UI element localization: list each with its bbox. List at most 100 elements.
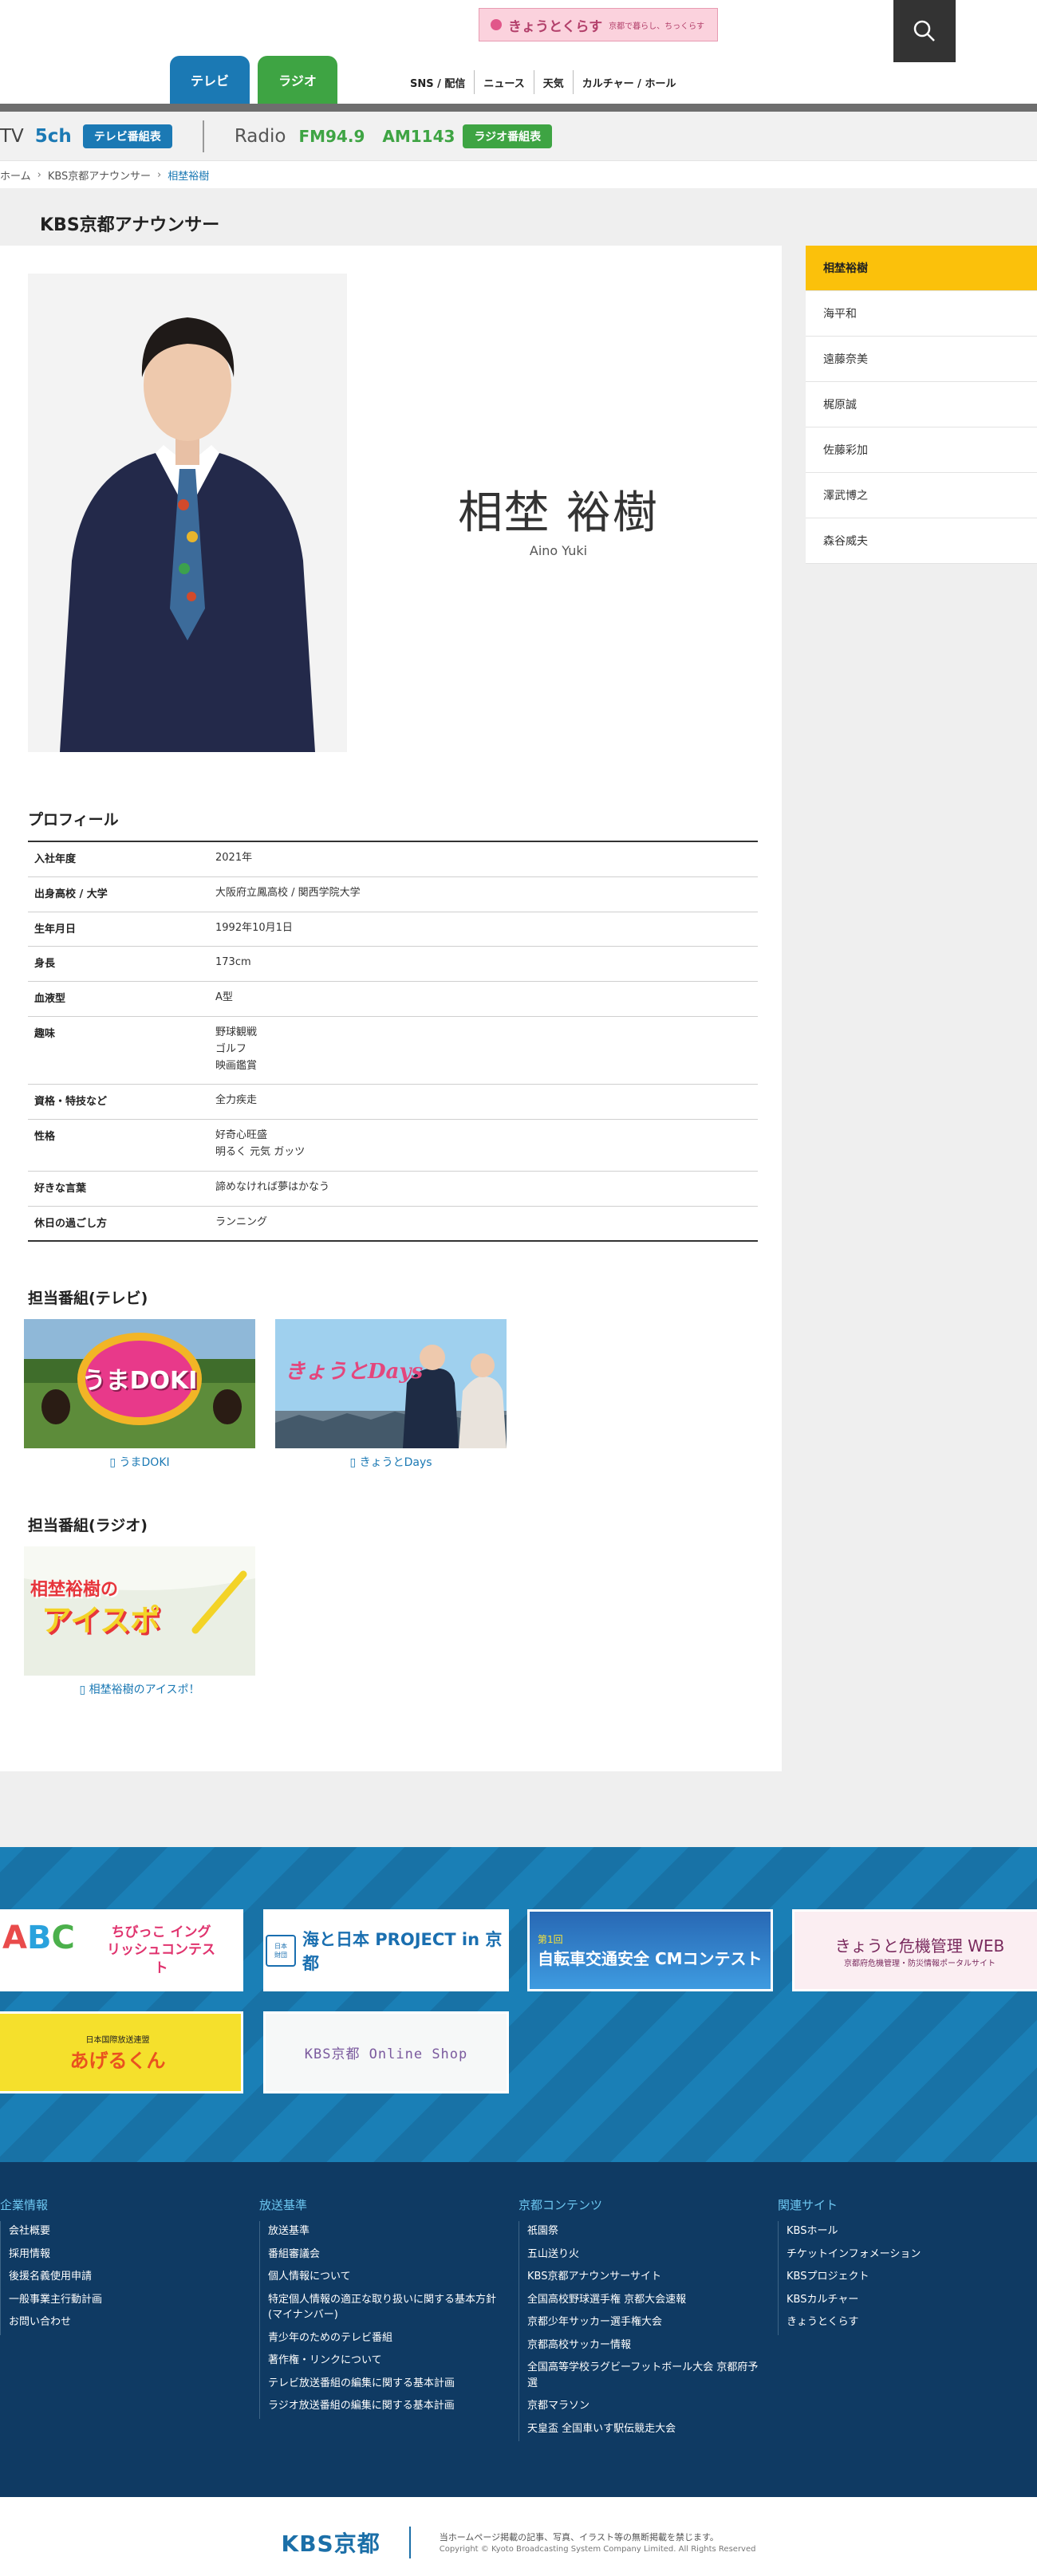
nav-culture[interactable]: カルチャー / ホール [574,70,685,94]
footer-link[interactable]: 会社概要 [9,2221,247,2244]
kids-english-blocks-icon: ABC [2,1920,75,1956]
search-icon [913,20,935,41]
profile-row: 性格 好奇心旺盛 明るく 元気 ガッツ [28,1119,758,1171]
profile-row: 資格・特技など 全力疾走 [28,1084,758,1120]
announcer-photo [28,274,347,752]
footer-column: 関連サイト KBSホール チケットインフォメーション KBSプロジェクト KBSカルチャ… [778,2196,1025,2335]
footer-link[interactable]: チケットインフォメーション [787,2244,1025,2267]
banner-bicycle-safety[interactable]: 第1回 自転車交通安全 CMコンテスト [527,1909,773,1991]
footer-column-title: 放送基準 [259,2198,308,2212]
copyright-text: Copyright © Kyoto Broadcasting System Co… [439,2544,756,2554]
sidebar-item-announcer[interactable]: 海平和 [806,291,1037,337]
footer-link[interactable]: 天皇盃 全国車いす駅伝競走大会 [527,2419,766,2442]
tv-schedule-button[interactable]: テレビ番組表 [82,124,172,148]
sidebar-item-announcer[interactable]: 森谷威夫 [806,518,1037,564]
chevron-right-icon: › [37,168,41,181]
aisupo-logo-main: アイスポ [41,1603,160,1638]
tab-radio[interactable]: ラジオ [258,56,337,104]
profile-value: 173cm [207,947,758,982]
footer-link[interactable]: 青少年のためのテレビ番組 [268,2328,507,2351]
kyotokurasu-banner[interactable]: きょうとくらす 京都で暮らし、ちっくらす [479,8,718,41]
profile-key: 入社年度 [34,853,77,865]
bottom-divider [408,2526,411,2558]
footer-link[interactable]: 個人情報について [268,2267,507,2290]
footer-link[interactable]: 全国高校野球選手権 京都大会速報 [527,2290,766,2313]
profile-key: 休日の過ごし方 [34,1217,108,1230]
footer-link[interactable]: 全国高等学校ラグビーフットボール大会 京都府予選 [527,2357,766,2396]
footer-link[interactable]: 著作権・リンクについて [268,2350,507,2373]
footer-link[interactable]: 番組審議会 [268,2244,507,2267]
footer-link[interactable]: 特定個人情報の適正な取り扱いに関する基本方針(マイナンバー) [268,2290,507,2328]
announcer-name-jp: 相埜 裕樹 [458,487,659,539]
profile-row: 生年月日 1992年10月1日 [28,911,758,947]
profile-value: ランニング [207,1206,758,1241]
profile-row: 入社年度 2021年 [28,841,758,876]
footer-link[interactable]: KBSプロジェクト [787,2267,1025,2290]
profile-value: 全力疾走 [207,1085,758,1120]
banner-kids-english[interactable]: ABC ちびっこ イングリッシュコンテスト [0,1909,243,1991]
search-button[interactable] [893,0,956,62]
footer-link[interactable]: 京都マラソン [527,2396,766,2419]
footer-link[interactable]: 後援名義使用申請 [9,2267,247,2290]
sidebar-item-announcer[interactable]: 相埜裕樹 [806,246,1037,291]
umadoki-caption-text: うまDOKI [119,1456,170,1469]
sidebar-item-announcer[interactable]: 佐藤彩加 [806,427,1037,473]
breadcrumb-home[interactable]: ホーム [0,167,31,183]
sidebar-item-announcer[interactable]: 澤武博之 [806,473,1037,518]
kbs-logo[interactable]: KBS京都 [282,2527,380,2558]
announcer-name-block: 相埜 裕樹 Aino Yuki [431,477,686,558]
announcer-content: 相埜 裕樹 Aino Yuki プロフィール 入社年度 2021年 出身高校 / 大… [0,246,782,1771]
profile-section: プロフィール 入社年度 2021年 出身高校 / 大学 大阪府立鳳高校 / 関西学院大… [28,808,758,1243]
footer-link[interactable]: 京都少年サッカー選手権大会 [527,2312,766,2335]
sidebar-item-announcer[interactable]: 梶原誠 [806,382,1037,427]
program-umadoki[interactable]: うまDOKI ▯ うまDOKI [24,1319,255,1470]
aisupo-caption-text: 相埜裕樹のアイスポ！ [89,1684,200,1696]
kyoto-days-caption[interactable]: ▯ きょうとDays [275,1454,507,1470]
aisupo-caption[interactable]: ▯ 相埜裕樹のアイスポ！ [24,1681,255,1697]
banner-bicycle-sub: 第1回 [538,1933,563,1945]
announcer-sidebar: 相埜裕樹 海平和 遠藤奈美 梶原誠 佐藤彩加 澤武博之 森谷威夫 [806,246,1037,564]
footer-link[interactable]: KBS京都アナウンサーサイト [527,2267,766,2290]
banner-kiki-sub: 京都府危機管理・防災情報ポータルサイト [844,1959,996,1968]
footer-link[interactable]: KBSカルチャー [787,2290,1025,2313]
aisupo-thumbnail: 相埜裕樹の アイスポ [24,1546,255,1676]
radio-schedule-button[interactable]: ラジオ番組表 [463,124,553,148]
footer-link[interactable]: 一般事業主行動計画 [9,2290,247,2313]
tv-label: TV [0,125,24,147]
banner-agerukun[interactable]: 日本国際放送連盟 あげるくん [0,2011,243,2093]
footer-link[interactable]: ラジオ放送番組の編集に関する基本計画 [268,2396,507,2419]
schedule-bar: TV 5ch テレビ番組表 Radio FM94.9 AM1143 ラジオ番組表 [0,112,1037,161]
program-aisupo[interactable]: 相埜裕樹の アイスポ ▯ 相埜裕樹のアイスポ！ [24,1546,255,1697]
footer-link-list: KBSホール チケットインフォメーション KBSプロジェクト KBSカルチャー きょうと… [778,2221,1025,2335]
nav-sns[interactable]: SNS / 配信 [401,70,475,94]
footer-link[interactable]: お問い合わせ [9,2312,247,2335]
profile-key: 趣味 [34,1027,56,1040]
footer-link-list: 会社概要 採用情報 後援名義使用申請 一般事業主行動計画 お問い合わせ [0,2221,247,2335]
footer-link[interactable]: 五山送り火 [527,2244,766,2267]
footer-link[interactable]: テレビ放送番組の編集に関する基本計画 [268,2373,507,2397]
announcer-portrait [28,274,347,752]
site-header: きょうとくらす 京都で暮らし、ちっくらす テレビ ラジオ SNS / 配信 ニュ… [0,0,1037,112]
kyoto-days-thumbnail: きょうとDays [275,1319,507,1448]
breadcrumb-announcers[interactable]: KBS京都アナウンサー [48,167,151,183]
footer-link[interactable]: 放送基準 [268,2221,507,2244]
footer-link[interactable]: 祇園祭 [527,2221,766,2244]
sidebar-item-announcer[interactable]: 遠藤奈美 [806,337,1037,382]
tv-programs-section: 担当番組(テレビ) うまDOKI ▯ うまDOKI きょうとDays ▯ きょう… [24,1286,758,1470]
banner-kiki-kanri[interactable]: きょうと危機管理 WEB 京都府危機管理・防災情報ポータルサイト [792,1909,1037,1991]
footer-link[interactable]: 採用情報 [9,2244,247,2267]
breadcrumb: ホーム › KBS京都アナウンサー › 相埜裕樹 [0,161,1037,188]
site-footer: 企業情報 会社概要 採用情報 後援名義使用申請 一般事業主行動計画 お問い合わせ 放送基準放… [0,2162,1037,2497]
nav-weather[interactable]: 天気 [534,70,574,94]
program-kyoto-days[interactable]: きょうとDays ▯ きょうとDays [275,1319,507,1470]
footer-link[interactable]: 京都高校サッカー情報 [527,2335,766,2358]
kyoto-days-logo: きょうとDays [285,1360,424,1384]
nav-news[interactable]: ニュース [475,70,534,94]
umadoki-caption[interactable]: ▯ うまDOKI [24,1454,255,1470]
banner-online-shop[interactable]: KBS京都 Online Shop [263,2011,509,2093]
footer-link[interactable]: きょうとくらす [787,2312,1025,2335]
profile-row: 休日の過ごし方 ランニング [28,1205,758,1241]
footer-link[interactable]: KBSホール [787,2221,1025,2244]
tab-tv[interactable]: テレビ [170,56,250,104]
banner-umi-to-nippon[interactable]: 日本 財団 海と日本 PROJECT in 京都 [263,1909,509,1991]
